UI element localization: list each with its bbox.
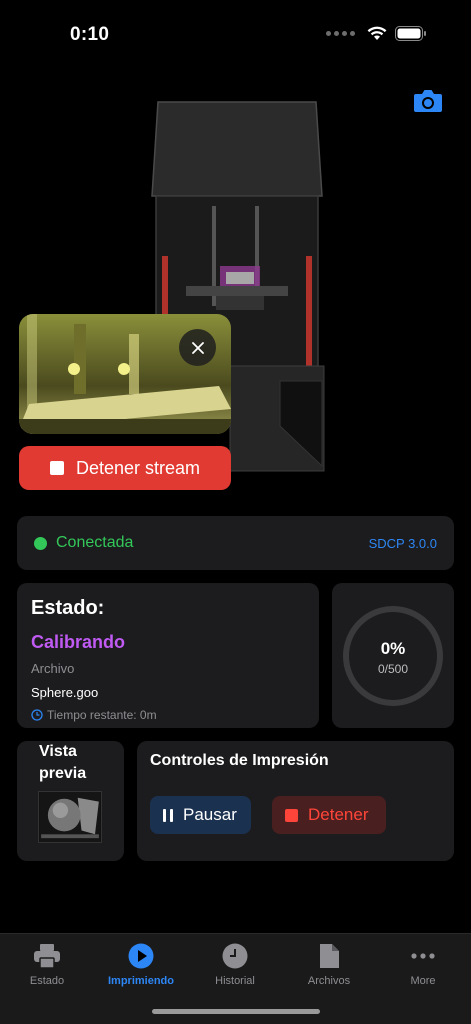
signal-icon — [326, 31, 355, 36]
status-title: Estado: — [31, 597, 105, 619]
status-card: Estado: Calibrando Archivo Sphere.goo Ti… — [17, 583, 319, 728]
print-controls-card: Controles de Impresión Pausar Detener — [137, 741, 454, 861]
pause-button[interactable]: Pausar — [150, 796, 251, 834]
file-label: Archivo — [31, 661, 75, 676]
connection-status-dot — [34, 536, 47, 550]
stop-icon — [49, 461, 64, 475]
clock-icon — [220, 942, 250, 970]
ellipsis-icon — [408, 942, 438, 970]
close-icon — [191, 341, 204, 354]
tab-label: Historial — [215, 975, 255, 987]
connection-card: Conectada SDCP 3.0.0 — [17, 516, 454, 570]
camera-button[interactable] — [413, 88, 443, 114]
tab-label: Archivos — [307, 975, 351, 987]
camera-icon — [414, 90, 442, 112]
pause-icon — [163, 808, 173, 822]
tab-estado[interactable]: Estado — [0, 942, 94, 987]
tab-label: Estado — [29, 975, 65, 987]
document-icon — [314, 942, 344, 970]
progress-percent: 0% — [380, 638, 406, 658]
stop-icon — [285, 808, 298, 822]
tab-archivos[interactable]: Archivos — [282, 942, 376, 987]
file-name: Sphere.goo — [31, 685, 99, 700]
tab-label: More — [410, 975, 436, 987]
status-icons — [326, 26, 427, 41]
tab-historial[interactable]: Historial — [188, 942, 282, 987]
stop-label: Detener — [308, 805, 369, 824]
layer-count: 0/500 — [377, 661, 409, 676]
printer-icon — [32, 942, 62, 970]
connection-status: Conectada — [56, 534, 134, 551]
pause-label: Pausar — [183, 805, 237, 824]
preview-title: Vista previa — [39, 743, 87, 782]
close-stream-button[interactable] — [179, 329, 216, 366]
time-remaining: Tiempo restante: 0m — [31, 708, 305, 722]
time-remaining-text: Tiempo restante: 0m — [47, 708, 157, 722]
preview-card[interactable]: Vista previa — [17, 741, 124, 861]
preview-thumbnail[interactable] — [38, 791, 102, 843]
tab-imprimiendo[interactable]: Imprimiendo — [94, 942, 188, 987]
protocol-version: SDCP 3.0.0 — [368, 535, 437, 551]
stop-print-button[interactable]: Detener — [272, 796, 386, 834]
clock-icon — [31, 709, 43, 721]
tab-label: Imprimiendo — [107, 975, 174, 987]
status-time: 0:10 — [70, 24, 110, 45]
home-indicator — [152, 1009, 320, 1014]
battery-icon — [395, 26, 426, 41]
printer-state: Calibrando — [31, 632, 126, 652]
controls-title: Controles de Impresión — [150, 752, 329, 769]
tab-more[interactable]: More — [376, 942, 470, 987]
progress-card: 0% 0/500 — [332, 583, 454, 728]
play-circle-icon — [126, 942, 156, 970]
stop-stream-label: Detener stream — [75, 457, 201, 478]
wifi-icon — [367, 26, 387, 40]
progress-ring: 0% 0/500 — [341, 604, 445, 708]
stop-stream-button[interactable]: Detener stream — [19, 446, 231, 490]
